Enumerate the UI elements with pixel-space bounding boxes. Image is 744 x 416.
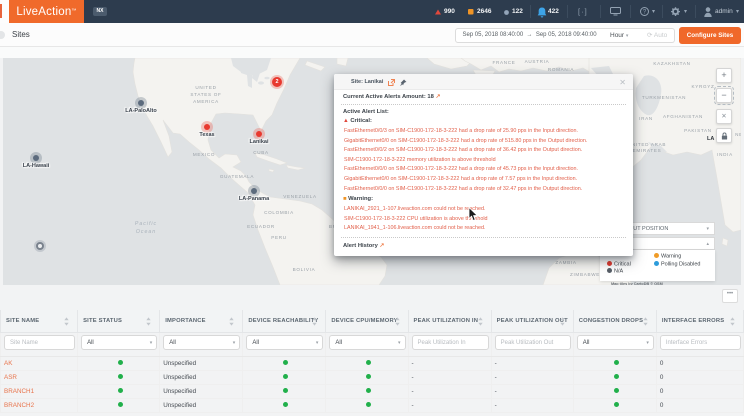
- svg-text:ROMANIA: ROMANIA: [548, 67, 575, 72]
- svg-text:PAKISTAN: PAKISTAN: [684, 128, 712, 133]
- svg-text:MEXICO: MEXICO: [193, 152, 215, 157]
- svg-text:TURKMENISTAN: TURKMENISTAN: [642, 95, 686, 100]
- svg-text:UNITED: UNITED: [195, 85, 216, 90]
- svg-text:Pacific: Pacific: [135, 221, 157, 227]
- svg-text:VENEZUELA: VENEZUELA: [283, 194, 317, 199]
- svg-text:ZAMBIA: ZAMBIA: [555, 260, 577, 265]
- svg-text:KAZAKHSTAN: KAZAKHSTAN: [653, 61, 690, 66]
- svg-text:Map tiles by CartoDB © OSM: Map tiles by CartoDB © OSM: [611, 282, 663, 285]
- svg-text:EMIRATES: EMIRATES: [633, 148, 662, 153]
- svg-text:NE: NE: [735, 132, 741, 137]
- svg-text:KYRGYZ: KYRGYZ: [691, 84, 714, 89]
- svg-text:IRAN: IRAN: [639, 116, 653, 121]
- svg-text:UNITED ARAB: UNITED ARAB: [628, 142, 666, 147]
- svg-text:AMERICA: AMERICA: [193, 99, 219, 104]
- svg-text:STATES OF: STATES OF: [190, 92, 221, 97]
- svg-text:INDIA: INDIA: [717, 152, 733, 157]
- svg-text:GUATEMALA: GUATEMALA: [220, 174, 255, 179]
- svg-text:BOLIVIA: BOLIVIA: [293, 267, 316, 272]
- svg-text:COLOMBIA: COLOMBIA: [264, 210, 294, 215]
- svg-text:FRANCE: FRANCE: [492, 60, 515, 65]
- svg-text:ZIMBABWE: ZIMBABWE: [570, 272, 600, 277]
- svg-text:AFGHANISTAN: AFGHANISTAN: [663, 114, 703, 119]
- svg-text:Ocean: Ocean: [136, 229, 156, 235]
- svg-text:ECUADOR: ECUADOR: [247, 224, 275, 229]
- svg-text:CUBA: CUBA: [253, 150, 269, 155]
- svg-text:AUSTRIA: AUSTRIA: [525, 59, 550, 64]
- svg-text:PERU: PERU: [271, 235, 287, 240]
